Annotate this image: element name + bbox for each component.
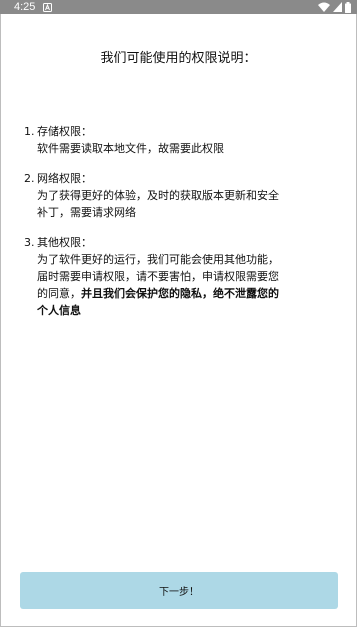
permission-item-storage: 1. 存储权限： 软件需要读取本地文件，故需要此权限: [24, 123, 324, 157]
item-number: 2.: [24, 172, 35, 185]
item-body-line: 补丁，需要请求网络: [37, 206, 136, 219]
item-body-line: 为了软件更好的运行，我们可能会使用其他功能，: [37, 253, 279, 266]
wifi-icon: [318, 2, 330, 12]
next-button[interactable]: 下一步！: [20, 572, 338, 609]
permission-item-other: 3. 其他权限： 为了软件更好的运行，我们可能会使用其他功能， 届时需要申请权限…: [24, 234, 324, 319]
privacy-promise-text: 个人信息: [37, 304, 81, 317]
item-heading: 存储权限：: [37, 125, 92, 138]
item-body-text: 的同意，: [37, 287, 81, 300]
item-body-line: 的同意，并且我们会保护您的隐私，绝不泄露您的: [37, 285, 324, 302]
item-number: 3.: [24, 236, 35, 249]
notification-a-icon: [43, 2, 53, 12]
status-time: 4:25: [14, 1, 36, 13]
permission-item-network: 2. 网络权限： 为了获得更好的体验，及时的获取版本更新和安全 补丁，需要请求网…: [24, 170, 324, 221]
signal-icon: [333, 2, 342, 12]
item-body-line: 软件需要读取本地文件，故需要此权限: [37, 142, 224, 155]
item-body-line: 为了获得更好的体验，及时的获取版本更新和安全: [37, 189, 279, 202]
permission-list: 1. 存储权限： 软件需要读取本地文件，故需要此权限 2. 网络权限： 为了获得…: [24, 123, 324, 319]
privacy-promise-text: 并且我们会保护您的隐私，绝不泄露您的: [81, 287, 279, 300]
item-heading: 其他权限：: [37, 236, 92, 249]
page-title: 我们可能使用的权限说明：: [100, 51, 257, 66]
battery-icon: [345, 1, 351, 13]
item-body-line: 届时需要申请权限，请不要害怕，申请权限需要您: [37, 270, 279, 283]
next-button-label: 下一步！: [159, 587, 199, 598]
status-bar: 4:25: [0, 0, 357, 14]
item-number: 1.: [24, 125, 35, 138]
screen-border-left: [0, 14, 1, 627]
item-heading: 网络权限：: [37, 172, 92, 185]
